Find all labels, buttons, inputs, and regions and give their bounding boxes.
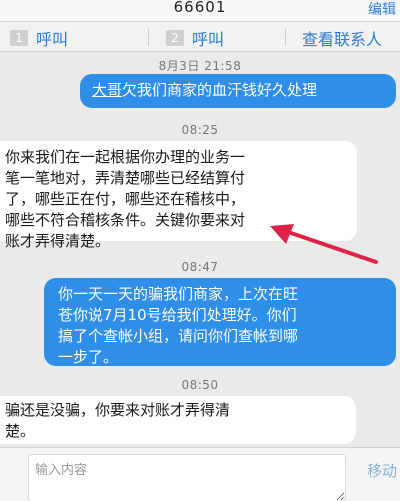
- contact-number: 66601: [173, 0, 227, 16]
- message-bubble-incoming[interactable]: 骗还是没骗，你要来对账才弄得清 楚。: [0, 396, 356, 444]
- sim2-icon: 2: [166, 30, 184, 46]
- sim1-icon: 1: [10, 30, 28, 46]
- timestamp: 08:25: [181, 123, 219, 137]
- action-bar: 1 呼叫 2 呼叫 查看联系人: [0, 22, 400, 52]
- divider: [148, 28, 149, 46]
- timestamp: 08:47: [181, 260, 219, 274]
- message-line: 骗还是没骗，你要来对账才弄得清: [5, 401, 231, 419]
- message-line: 搞了个查帐小组，请问你们查帐到哪: [58, 327, 299, 345]
- divider: [285, 28, 286, 46]
- message-line: 了，哪些正在付，哪些还在稽核中，: [5, 190, 246, 208]
- edit-button[interactable]: 编辑: [368, 0, 396, 19]
- message-line: 你来我们在一起根据你办理的业务一: [5, 148, 246, 166]
- message-bubble-outgoing[interactable]: 你一天一天的骗我们商家，上次在旺 苍你说7月10号给我们处理好。你们 搞了个查帐…: [44, 278, 396, 366]
- view-contact-button[interactable]: 查看联系人: [302, 26, 382, 50]
- message-text: 欠我们商家的血汗钱好久处理: [122, 81, 318, 99]
- call-sim2-label: 呼叫: [192, 30, 225, 49]
- title-bar: 66601 编辑: [0, 0, 400, 22]
- message-link[interactable]: 大哥: [92, 81, 122, 99]
- message-line: 笔一笔地对，弄清楚哪些已经结算付: [5, 169, 246, 187]
- message-input[interactable]: [28, 454, 346, 501]
- message-line: 楚。: [5, 422, 36, 440]
- message-line: 你一天一天的骗我们商家，上次在旺: [58, 285, 299, 303]
- composer-bar: 移动: [0, 447, 400, 501]
- send-button[interactable]: 移动: [367, 460, 397, 481]
- timestamp: 8月3日 21:58: [158, 59, 242, 73]
- message-line: 苍你说7月10号给我们处理好。你们: [58, 306, 297, 324]
- call-sim1-button[interactable]: 1 呼叫: [10, 26, 68, 50]
- message-bubble-outgoing[interactable]: 大哥欠我们商家的血汗钱好久处理: [80, 74, 396, 108]
- call-sim1-label: 呼叫: [36, 30, 69, 49]
- message-line: 一步了。: [58, 348, 119, 366]
- timestamp: 08:50: [181, 378, 219, 392]
- call-sim2-button[interactable]: 2 呼叫: [166, 26, 224, 50]
